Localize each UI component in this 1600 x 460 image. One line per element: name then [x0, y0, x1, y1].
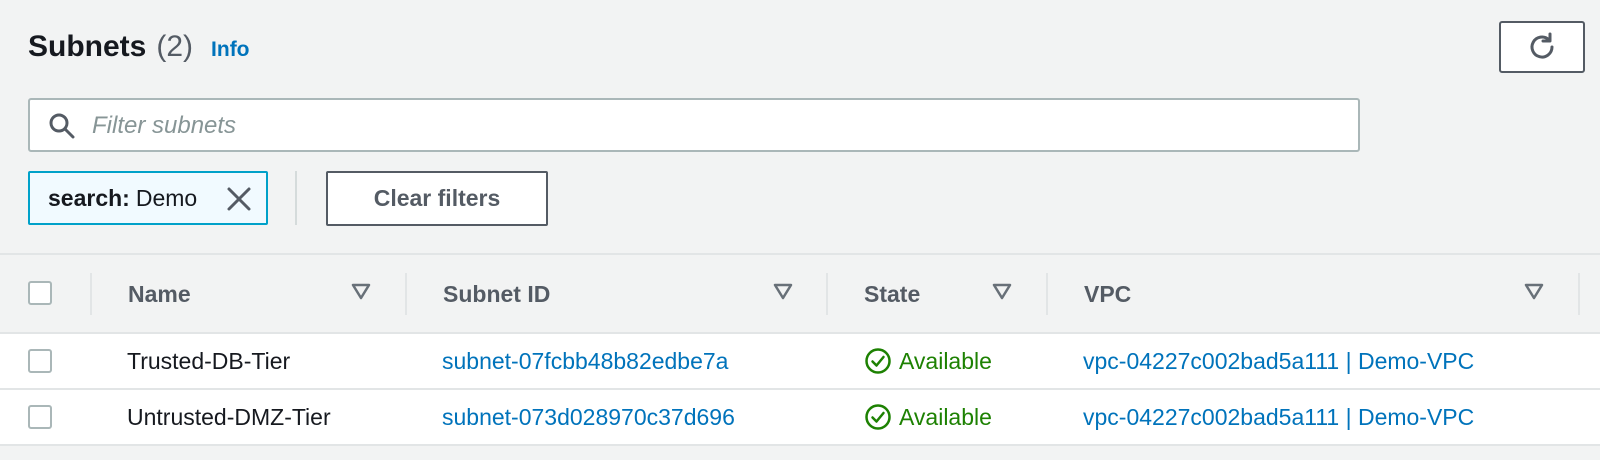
status-badge: Available — [864, 390, 992, 444]
column-divider — [405, 273, 407, 315]
filter-token-key: search: — [48, 184, 130, 211]
status-available-icon — [865, 348, 891, 374]
row-checkbox[interactable] — [28, 405, 52, 429]
refresh-icon — [1530, 32, 1554, 59]
column-divider — [90, 273, 92, 315]
search-icon — [49, 113, 75, 139]
search-input[interactable] — [90, 100, 1334, 152]
table-row[interactable]: Trusted-DB-Tier subnet-07fcbb48b82edbe7a… — [0, 334, 1600, 388]
subnet-id-link[interactable]: subnet-073d028970c37d696 — [442, 390, 735, 444]
vpc-link[interactable]: vpc-04227c002bad5a111 | Demo-VPC — [1083, 334, 1474, 388]
status-text: Available — [899, 347, 992, 374]
page-title: Subnets — [28, 30, 147, 63]
row-checkbox[interactable] — [28, 349, 52, 373]
column-header-vpc[interactable]: VPC — [1084, 255, 1131, 333]
filter-token-value: Demo — [135, 184, 198, 211]
close-icon[interactable] — [226, 186, 252, 212]
sort-caret-icon[interactable] — [1524, 283, 1544, 301]
divider — [295, 171, 297, 225]
select-all-checkbox[interactable] — [28, 281, 52, 305]
table-header: Name Subnet ID State VPC — [0, 255, 1600, 333]
status-available-icon — [865, 404, 891, 430]
subnet-count: (2) — [156, 30, 194, 63]
divider — [0, 444, 1600, 446]
subnet-name: Untrusted-DMZ-Tier — [127, 403, 331, 430]
column-header-name[interactable]: Name — [128, 255, 191, 333]
subnet-name: Trusted-DB-Tier — [127, 347, 291, 374]
filter-search-box[interactable] — [28, 98, 1360, 152]
subnet-id-link[interactable]: subnet-07fcbb48b82edbe7a — [442, 334, 728, 388]
vpc-link[interactable]: vpc-04227c002bad5a111 | Demo-VPC — [1083, 390, 1474, 444]
info-link[interactable]: Info — [211, 38, 249, 62]
column-divider — [1578, 273, 1580, 315]
page-header: Subnets (2) Info — [28, 30, 250, 64]
column-header-state[interactable]: State — [864, 255, 920, 333]
sort-caret-icon[interactable] — [992, 283, 1012, 301]
filter-token: search: Demo — [28, 171, 268, 225]
column-divider — [826, 273, 828, 315]
sort-caret-icon[interactable] — [351, 283, 371, 301]
clear-filters-button[interactable]: Clear filters — [326, 171, 548, 226]
refresh-button[interactable] — [1499, 21, 1585, 73]
column-divider — [1046, 273, 1048, 315]
table-row[interactable]: Untrusted-DMZ-Tier subnet-073d028970c37d… — [0, 390, 1600, 444]
column-header-subnet-id[interactable]: Subnet ID — [443, 255, 550, 333]
status-text: Available — [899, 403, 992, 430]
status-badge: Available — [864, 334, 992, 388]
sort-caret-icon[interactable] — [773, 283, 793, 301]
